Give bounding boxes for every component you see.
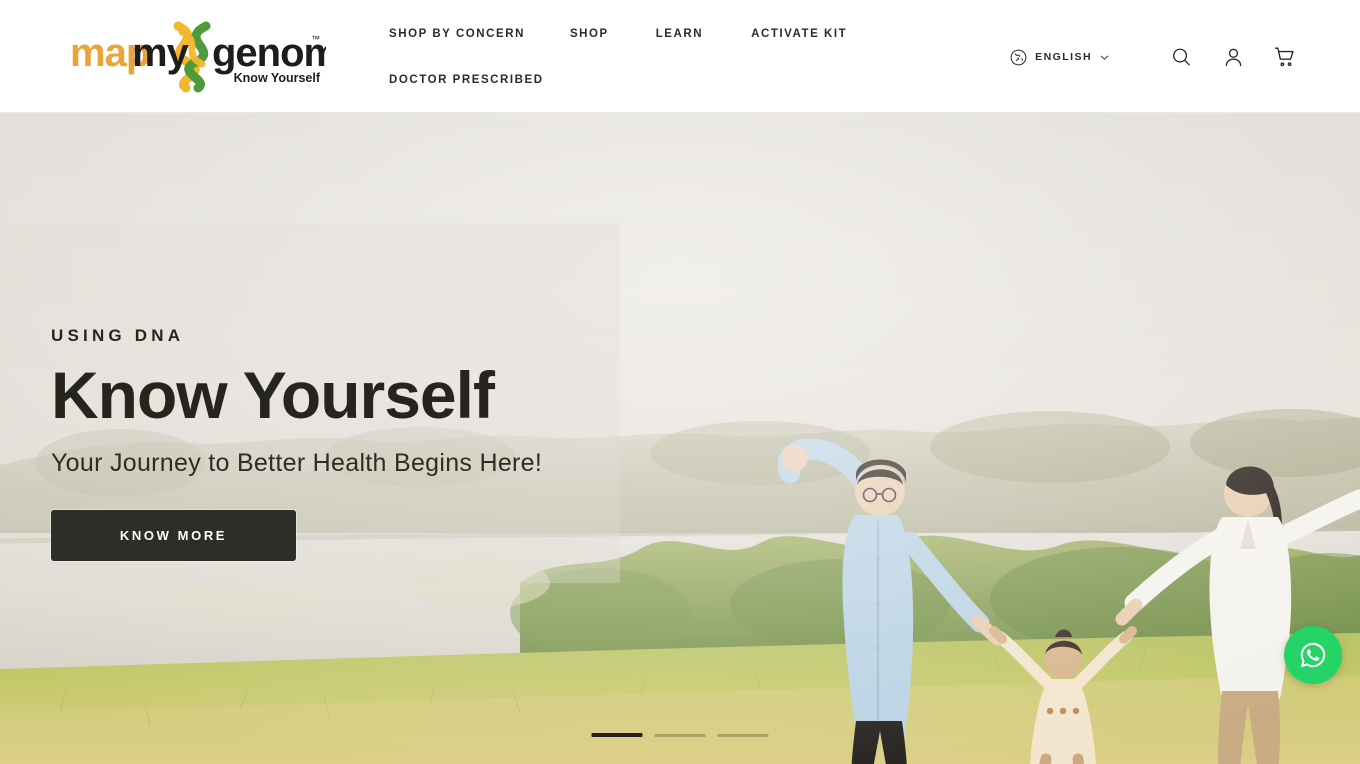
nav-shop[interactable]: SHOP: [570, 20, 609, 48]
nav-doctor-prescribed[interactable]: DOCTOR PRESCRIBED: [389, 66, 544, 94]
search-icon: [1172, 48, 1190, 65]
chevron-down-icon: [1100, 55, 1109, 60]
nav-shop-by-concern[interactable]: SHOP BY CONCERN: [389, 20, 525, 48]
hero-text-block: USING DNA Know Yourself Your Journey to …: [51, 326, 542, 561]
nav-row-secondary: DOCTOR PRESCRIBED: [389, 66, 949, 94]
nav-learn[interactable]: LEARN: [656, 20, 703, 48]
slider-bar-3[interactable]: [717, 733, 769, 737]
svg-text:genome: genome: [212, 31, 326, 75]
svg-text:™: ™: [311, 34, 320, 44]
whatsapp-chat-button[interactable]: [1284, 626, 1342, 684]
nav-activate-kit[interactable]: ACTIVATE KIT: [751, 20, 847, 48]
language-selector[interactable]: ENGLISH: [1009, 48, 1110, 67]
slider-bar-2[interactable]: [654, 733, 706, 737]
search-button[interactable]: [1166, 42, 1196, 72]
language-label: ENGLISH: [1035, 51, 1092, 63]
site-header: map my genome ™ Know Yourself SHOP BY CO…: [0, 0, 1360, 113]
site-logo[interactable]: map my genome ™ Know Yourself: [70, 18, 326, 94]
svg-text:my: my: [132, 31, 190, 75]
account-button[interactable]: [1218, 42, 1248, 72]
svg-text:Know Yourself: Know Yourself: [234, 71, 321, 85]
user-account-icon: [1225, 48, 1241, 66]
slider-pagination: [591, 733, 769, 737]
hero-slider: USING DNA Know Yourself Your Journey to …: [0, 113, 1360, 764]
header-utilities: ENGLISH: [1009, 42, 1300, 72]
hero-subtitle: Your Journey to Better Health Begins Her…: [51, 448, 543, 477]
hero-eyebrow: USING DNA: [51, 326, 185, 345]
main-navigation: SHOP BY CONCERN SHOP LEARN ACTIVATE KIT …: [389, 20, 949, 94]
shopping-cart-icon: [1274, 47, 1294, 67]
hero-title: Know Yourself: [51, 358, 495, 432]
globe-icon: [1010, 49, 1027, 65]
know-more-button[interactable]: KNOW MORE: [51, 509, 296, 561]
cart-button[interactable]: [1270, 42, 1300, 72]
whatsapp-icon: [1300, 642, 1326, 668]
logo-mark: map my genome ™ Know Yourself: [70, 21, 326, 93]
slider-bar-1[interactable]: [591, 733, 643, 737]
nav-row-primary: SHOP BY CONCERN SHOP LEARN ACTIVATE KIT: [389, 20, 949, 48]
